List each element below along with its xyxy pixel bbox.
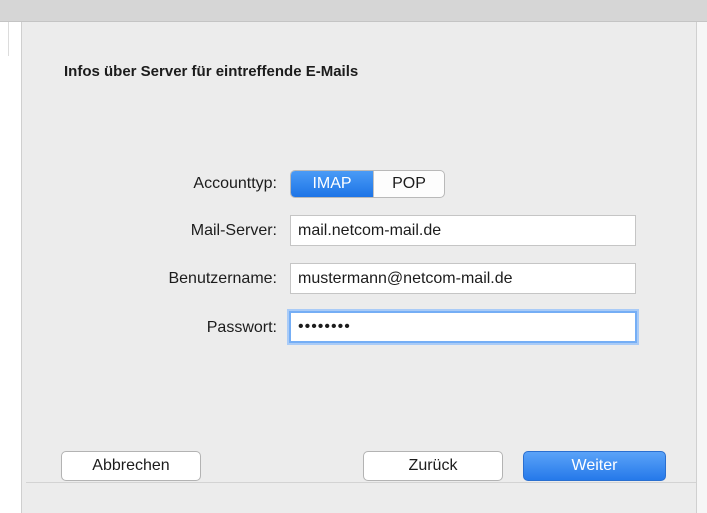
back-button[interactable]: Zurück <box>363 451 503 481</box>
background-window-right <box>696 22 707 513</box>
account-type-label: Accounttyp: <box>193 175 277 192</box>
username-input[interactable] <box>290 263 636 294</box>
left-divider <box>8 22 9 56</box>
mail-server-input[interactable] <box>290 215 636 246</box>
dialog-title: Infos über Server für eintreffende E-Mai… <box>64 63 359 80</box>
dialog-bottom-border <box>26 482 696 483</box>
mail-server-label: Mail-Server: <box>190 222 277 239</box>
background-window-left <box>0 22 22 513</box>
account-type-segmented-control: IMAP POP <box>290 170 445 198</box>
password-input[interactable] <box>289 311 637 343</box>
window-top-bar <box>0 0 707 22</box>
password-label: Passwort: <box>206 319 277 336</box>
account-type-imap-option[interactable]: IMAP <box>291 171 373 197</box>
username-label: Benutzername: <box>168 270 277 287</box>
cancel-button[interactable]: Abbrechen <box>61 451 201 481</box>
account-type-pop-option[interactable]: POP <box>373 171 444 197</box>
next-button[interactable]: Weiter <box>523 451 666 481</box>
